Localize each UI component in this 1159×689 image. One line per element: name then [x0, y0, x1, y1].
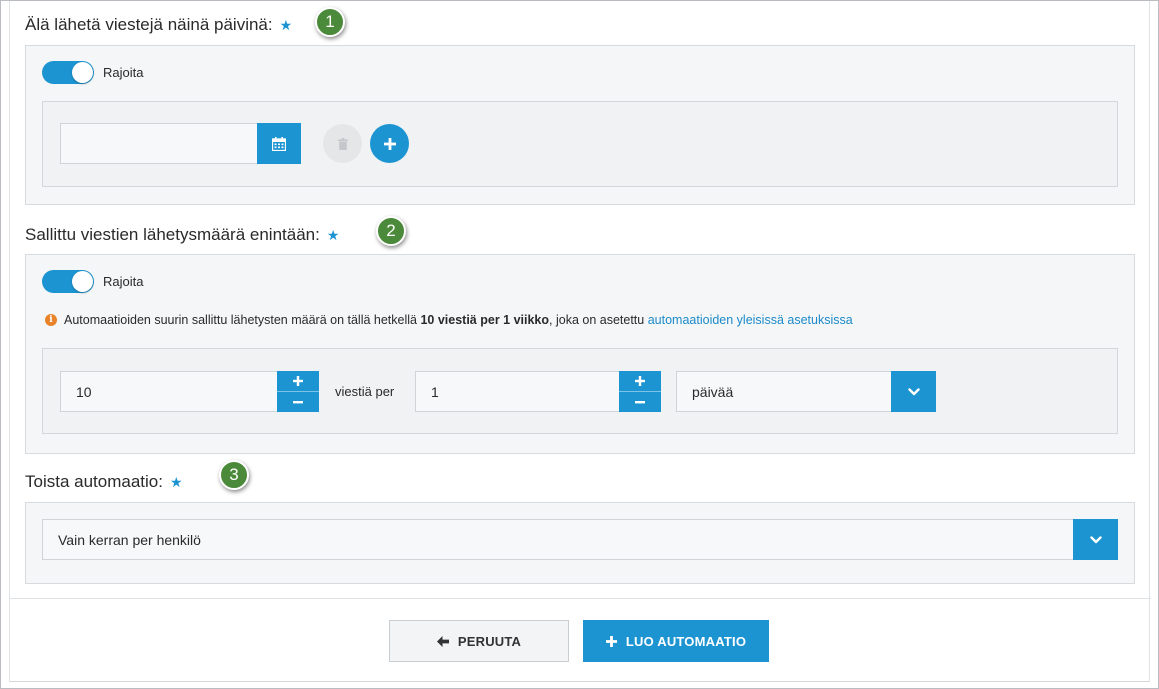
- limit-toggle[interactable]: [42, 270, 94, 293]
- required-star-icon: ★: [279, 16, 293, 33]
- increment-button[interactable]: [277, 371, 319, 391]
- repeat-select[interactable]: Vain kerran per henkilö: [42, 519, 1074, 560]
- arrow-left-icon: [436, 635, 449, 647]
- calendar-icon: [272, 136, 286, 151]
- required-star-icon: ★: [326, 226, 340, 243]
- date-row-panel: [42, 101, 1118, 187]
- plus-icon: [605, 635, 617, 647]
- delete-date-button[interactable]: [323, 124, 362, 163]
- section-title-text: Älä lähetä viestejä näinä päivinä:: [25, 15, 273, 34]
- date-input[interactable]: [60, 123, 258, 164]
- minus-icon: [635, 400, 645, 403]
- create-button-label: LUO AUTOMAATIO: [625, 633, 747, 649]
- plus-icon: [635, 376, 645, 386]
- chevron-down-icon: [1089, 535, 1102, 543]
- repeat-panel: Vain kerran per henkilö: [25, 502, 1135, 584]
- minus-icon: [293, 400, 303, 403]
- period-unit-dropdown-button[interactable]: [891, 371, 936, 412]
- required-star-icon: ★: [169, 473, 183, 490]
- toggle-knob: [72, 62, 93, 83]
- send-limit-panel: Rajoita i Automaatioiden suurin sallittu…: [25, 254, 1135, 454]
- section-title-text: Sallittu viestien lähetysmäärä enintään:: [25, 225, 320, 244]
- window-frame: Älä lähetä viestejä näinä päivinä: ★ 1 R…: [0, 0, 1159, 689]
- toggle-knob: [72, 271, 93, 292]
- info-icon: i: [45, 314, 57, 326]
- step-badge-1: 1: [315, 7, 345, 37]
- section-title-text: Toista automaatio:: [25, 472, 163, 491]
- period-unit-select[interactable]: päivää: [676, 371, 894, 412]
- footer-divider: [10, 598, 1151, 599]
- increment-button[interactable]: [619, 371, 661, 391]
- create-automation-button[interactable]: LUO AUTOMAATIO: [583, 620, 769, 662]
- limit-info-message: i Automaatioiden suurin sallittu lähetys…: [45, 313, 853, 327]
- info-text: , joka on asetettu: [549, 313, 648, 327]
- message-count-input[interactable]: 10: [60, 371, 278, 412]
- step-badge-3: 3: [219, 460, 249, 490]
- section-title-send-limit: Sallittu viestien lähetysmäärä enintään:…: [25, 225, 339, 245]
- section-title-blackout-dates: Älä lähetä viestejä näinä päivinä: ★: [25, 15, 292, 35]
- period-count-input[interactable]: 1: [415, 371, 621, 412]
- cancel-button[interactable]: PERUUTA: [389, 620, 569, 662]
- limit-toggle-label: Rajoita: [103, 65, 144, 80]
- add-date-button[interactable]: [370, 124, 409, 163]
- step-badge-2: 2: [376, 216, 406, 246]
- plus-icon: [293, 376, 303, 386]
- per-label: viestiä per: [335, 384, 395, 399]
- form-container: Älä lähetä viestejä näinä päivinä: ★ 1 R…: [9, 1, 1151, 682]
- blackout-dates-panel: Rajoita: [25, 45, 1135, 205]
- message-count-stepper: [277, 371, 319, 412]
- repeat-dropdown-button[interactable]: [1073, 519, 1118, 560]
- info-text: Automaatioiden suurin sallittu lähetyste…: [64, 313, 421, 327]
- limit-toggle[interactable]: [42, 61, 94, 84]
- section-title-repeat: Toista automaatio: ★: [25, 472, 183, 492]
- trash-icon: [337, 137, 348, 150]
- cancel-button-label: PERUUTA: [457, 633, 522, 649]
- chevron-down-icon: [907, 387, 920, 395]
- info-current-limit: 10 viestiä per 1 viikko: [420, 313, 550, 327]
- limit-toggle-label: Rajoita: [103, 274, 144, 289]
- plus-icon: [383, 137, 396, 150]
- limit-row-panel: 10 viestiä per 1 päivää: [42, 348, 1118, 434]
- general-settings-link[interactable]: automaatioiden yleisissä asetuksissa: [648, 313, 853, 327]
- decrement-button[interactable]: [277, 392, 319, 412]
- period-count-stepper: [619, 371, 661, 412]
- decrement-button[interactable]: [619, 392, 661, 412]
- calendar-button[interactable]: [257, 123, 301, 164]
